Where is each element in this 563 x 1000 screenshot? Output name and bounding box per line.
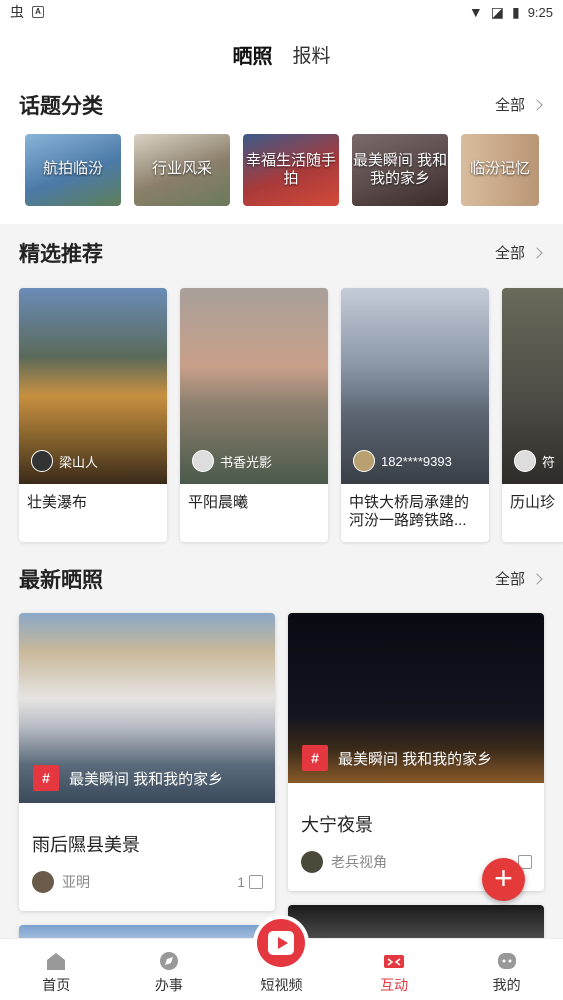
- latest-title: 雨后隰县美景: [32, 835, 140, 855]
- nav-label: 短视频: [260, 977, 303, 993]
- top-tabs: 晒照 报料: [0, 26, 563, 82]
- like-count: 1: [237, 874, 245, 890]
- topic-label: 行业风采: [151, 160, 212, 177]
- nav-interact[interactable]: 互动: [338, 939, 451, 1000]
- topic-card[interactable]: 最美瞬间 我和我的家乡: [352, 134, 448, 206]
- latest-card[interactable]: # 最美瞬间 我和我的家乡 大宁夜景 老兵视角: [288, 613, 544, 891]
- featured-card[interactable]: 182****9393 中铁大桥局承建的河汾一路跨铁路...: [341, 288, 489, 542]
- nav-services[interactable]: 办事: [113, 939, 226, 1000]
- featured-title: 历山珍: [510, 494, 556, 511]
- latest-card[interactable]: # 最美瞬间 我和我的家乡 雨后隰县美景 亚明 1: [19, 613, 275, 911]
- nav-short-video[interactable]: 短视频: [225, 919, 338, 1000]
- featured-user: 梁山人: [59, 454, 99, 470]
- featured-image: 182****9393: [341, 288, 489, 484]
- featured-card[interactable]: 梁山人 壮美瀑布: [19, 288, 167, 542]
- featured-image: 梁山人: [19, 288, 167, 484]
- section-title: 话题分类: [19, 95, 103, 118]
- featured-card[interactable]: 符 历山珍: [502, 288, 563, 542]
- add-post-button[interactable]: +: [482, 858, 525, 901]
- featured-section: 精选推荐 全部 梁山人 壮美瀑布 书香光影 平阳晨曦 182****9393 中…: [0, 230, 563, 548]
- latest-user: 亚明: [62, 874, 90, 890]
- hashtag-icon: #: [302, 745, 328, 771]
- avatar: [32, 871, 54, 893]
- nav-home[interactable]: 首页: [0, 939, 113, 1000]
- video-play-icon: [257, 919, 306, 967]
- battery-icon: ▮: [511, 4, 520, 20]
- thumbs-up-icon: [249, 875, 263, 889]
- nav-label: 互动: [380, 977, 409, 993]
- topic-card[interactable]: 幸福生活随手拍: [243, 134, 339, 206]
- topics-more-button[interactable]: 全部: [494, 94, 543, 115]
- featured-card[interactable]: 书香光影 平阳晨曦: [180, 288, 328, 542]
- avatar: [301, 851, 323, 873]
- featured-user: 182****9393: [381, 453, 452, 469]
- chevron-right-icon: [531, 98, 543, 111]
- featured-more-button[interactable]: 全部: [494, 242, 543, 263]
- nav-label: 首页: [42, 977, 71, 993]
- hashtag-icon: #: [33, 765, 59, 791]
- more-label: 全部: [494, 571, 525, 588]
- featured-user: 符: [542, 454, 556, 470]
- status-time: 9:25: [527, 4, 553, 20]
- topic-card[interactable]: 行业风采: [134, 134, 230, 206]
- avatar: [192, 450, 214, 472]
- featured-user: 书香光影: [220, 454, 273, 470]
- chevron-right-icon: [531, 572, 543, 585]
- like-button[interactable]: 1: [237, 874, 263, 890]
- featured-image: 书香光影: [180, 288, 328, 484]
- topic-label: 航拍临汾: [42, 160, 103, 177]
- featured-title: 平阳晨曦: [188, 494, 249, 511]
- featured-title: 中铁大桥局承建的河汾一路跨铁路...: [349, 494, 470, 529]
- latest-image: # 最美瞬间 我和我的家乡: [288, 613, 544, 783]
- section-title: 精选推荐: [19, 243, 103, 266]
- topic-card[interactable]: 临汾记忆: [461, 134, 539, 206]
- featured-title: 壮美瀑布: [27, 494, 88, 511]
- avatar: [353, 450, 375, 472]
- latest-more-button[interactable]: 全部: [494, 568, 543, 589]
- topic-label: 临汾记忆: [469, 160, 530, 177]
- avatar: [31, 450, 53, 472]
- featured-image: 符: [502, 288, 563, 484]
- tab-shaizhao[interactable]: 晒照: [232, 40, 272, 69]
- more-label: 全部: [494, 97, 525, 114]
- interact-icon: [384, 955, 405, 968]
- wifi-icon: ▼: [468, 4, 483, 20]
- status-bar: 虫 A ▼ ◪ ▮ 9:25: [0, 0, 563, 26]
- more-label: 全部: [494, 245, 525, 262]
- avatar: [514, 450, 536, 472]
- tab-baoliao[interactable]: 报料: [292, 41, 330, 68]
- latest-user: 老兵视角: [331, 854, 387, 870]
- app-notification-icon: 虫: [10, 4, 24, 20]
- latest-tag: 最美瞬间 我和我的家乡: [338, 750, 493, 768]
- topic-label: 最美瞬间 我和我的家乡: [352, 152, 448, 187]
- latest-tag: 最美瞬间 我和我的家乡: [69, 770, 224, 788]
- nav-mine[interactable]: 我的: [450, 939, 563, 1000]
- profile-icon: [497, 953, 516, 969]
- topic-card[interactable]: 航拍临汾: [25, 134, 121, 206]
- latest-title: 大宁夜景: [301, 815, 373, 835]
- latest-image: # 最美瞬间 我和我的家乡: [19, 613, 275, 803]
- compass-icon: [159, 952, 178, 970]
- home-icon: [47, 953, 66, 970]
- chevron-right-icon: [531, 246, 543, 259]
- nav-label: 办事: [154, 977, 183, 993]
- section-title: 最新晒照: [19, 569, 103, 592]
- topics-section: 话题分类 全部 航拍临汾 行业风采 幸福生活随手拍 最美瞬间 我和我的家乡 临汾…: [0, 82, 563, 224]
- nav-label: 我的: [492, 977, 521, 993]
- topic-label: 幸福生活随手拍: [245, 152, 336, 187]
- a-notification-icon: A: [32, 6, 44, 18]
- no-signal-icon: ◪: [490, 4, 504, 20]
- bottom-nav: 首页 办事 短视频 互动 我的: [0, 919, 563, 1000]
